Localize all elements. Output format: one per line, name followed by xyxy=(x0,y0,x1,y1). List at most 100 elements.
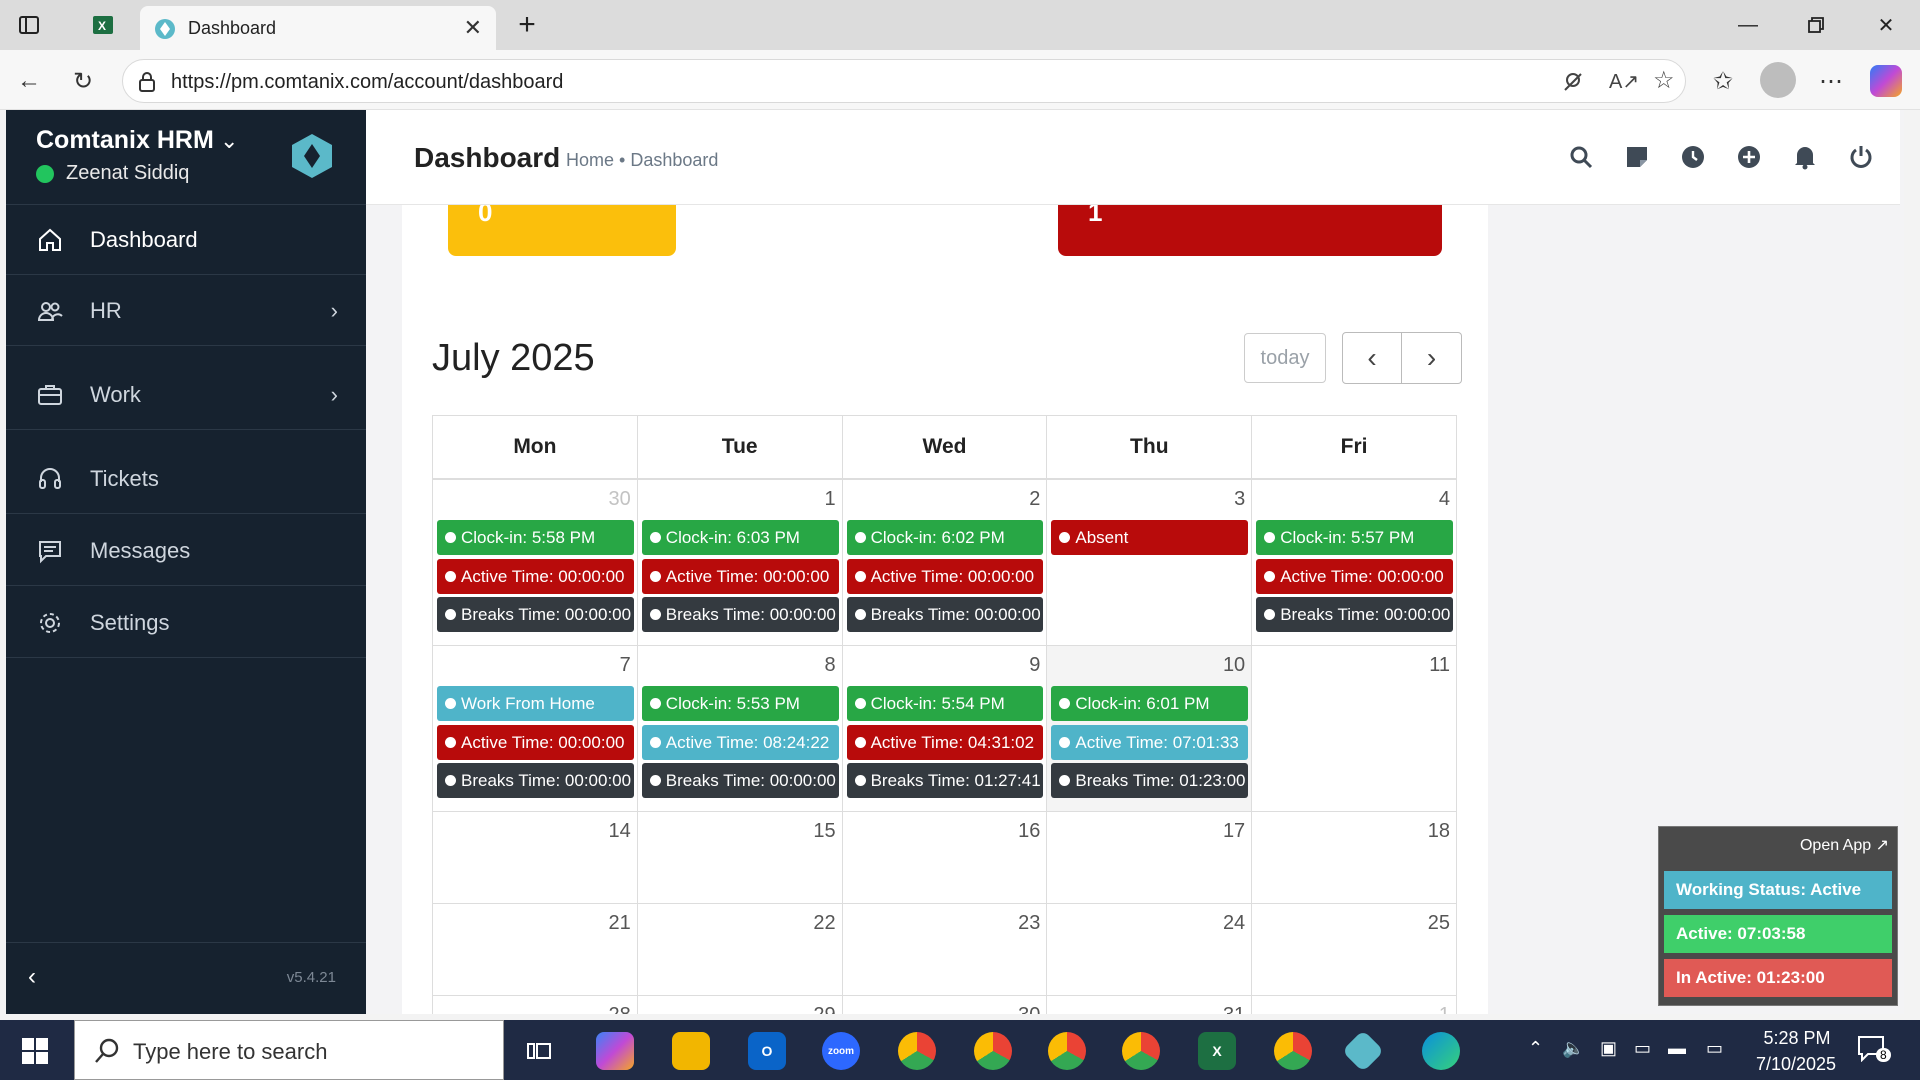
calendar-event[interactable]: Clock-in: 5:54 PM xyxy=(846,686,1044,721)
speaker-icon[interactable]: 🔈 xyxy=(1562,1038,1584,1059)
calendar-day-number[interactable]: 8 xyxy=(824,654,835,677)
calendar-event[interactable]: Clock-in: 6:02 PM xyxy=(846,520,1044,555)
taskbar-search-input[interactable]: Type here to search xyxy=(74,1020,504,1080)
calendar-day-cell[interactable]: 30 Clock-in: 5:58 PM Active Time: 00:00:00… xyxy=(432,479,638,646)
calendar-day-cell[interactable]: 8 Clock-in: 5:53 PM Active Time: 08:24:22 B… xyxy=(636,645,843,812)
read-aloud-icon[interactable]: A↗ xyxy=(1609,69,1639,94)
stat-card-yellow[interactable]: 0 xyxy=(448,205,676,256)
meet-now-icon[interactable]: ▣ xyxy=(1600,1038,1617,1059)
calendar-day-cell[interactable]: 7 Work From Home Active Time: 00:00:00 Brea… xyxy=(432,645,638,812)
tracking-prevention-icon[interactable] xyxy=(1561,70,1585,94)
chrome-profile-1-icon[interactable] xyxy=(898,1032,936,1070)
calendar-day-cell[interactable]: 17 xyxy=(1046,811,1253,904)
new-tab-icon[interactable]: + xyxy=(512,8,542,41)
calendar-event[interactable]: Breaks Time: 00:00:00 xyxy=(1256,597,1453,632)
back-icon[interactable]: ← xyxy=(12,64,46,98)
notifications-icon[interactable]: 8 xyxy=(1856,1034,1892,1068)
chrome-profile-2-icon[interactable] xyxy=(974,1032,1012,1070)
chrome-profile-4-icon[interactable] xyxy=(1274,1032,1312,1070)
lock-icon[interactable] xyxy=(137,71,157,93)
favorite-star-icon[interactable]: ☆ xyxy=(1653,66,1675,95)
calendar-day-cell[interactable]: 29 xyxy=(636,995,843,1014)
calendar-day-cell[interactable]: 11 xyxy=(1251,645,1457,812)
calendar-event[interactable]: Active Time: 00:00:00 xyxy=(437,558,634,594)
calendar-event[interactable]: Breaks Time: 00:00:00 xyxy=(437,597,634,632)
calendar-day-cell[interactable]: 1 xyxy=(1251,995,1457,1014)
calendar-event[interactable]: Active Time: 04:31:02 xyxy=(846,724,1044,760)
calendar-day-number[interactable]: 14 xyxy=(609,820,631,843)
calendar-day-number[interactable]: 31 xyxy=(1223,1004,1245,1014)
calendar-event[interactable]: Breaks Time: 00:00:00 xyxy=(641,763,839,798)
calendar-event[interactable]: Active Time: 00:00:00 xyxy=(1256,558,1453,594)
sidebar-item-tickets[interactable]: Tickets xyxy=(6,444,366,514)
calendar-day-cell[interactable]: 10 Clock-in: 6:01 PM Active Time: 07:01:33… xyxy=(1046,645,1253,812)
calendar-day-number[interactable]: 1 xyxy=(1439,1004,1450,1014)
search-icon[interactable] xyxy=(1564,140,1598,174)
excel-tab-icon[interactable]: X xyxy=(88,10,118,40)
sticky-note-icon[interactable] xyxy=(1620,140,1654,174)
calendar-day-number[interactable]: 4 xyxy=(1439,488,1450,511)
calendar-event[interactable]: Active Time: 00:00:00 xyxy=(641,558,839,594)
calendar-day-number[interactable]: 9 xyxy=(1029,654,1040,677)
calendar-day-number[interactable]: 16 xyxy=(1018,820,1040,843)
copilot-icon[interactable] xyxy=(1870,65,1902,97)
sidebar-item-hr[interactable]: HR › xyxy=(6,276,366,346)
calendar-day-number[interactable]: 22 xyxy=(813,912,835,935)
calendar-event[interactable]: Clock-in: 5:58 PM xyxy=(437,520,634,555)
calendar-day-number[interactable]: 15 xyxy=(813,820,835,843)
calendar-day-number[interactable]: 3 xyxy=(1234,488,1245,511)
calendar-day-number[interactable]: 23 xyxy=(1018,912,1040,935)
calendar-event[interactable]: Breaks Time: 00:00:00 xyxy=(641,597,839,632)
calendar-day-number[interactable]: 11 xyxy=(1429,654,1450,677)
today-button[interactable]: today xyxy=(1244,333,1326,383)
brand-name[interactable]: Comtanix HRM xyxy=(36,126,214,155)
file-explorer-icon[interactable] xyxy=(672,1032,710,1070)
excel-icon[interactable]: X xyxy=(1198,1032,1236,1070)
calendar-event[interactable]: Absent xyxy=(1051,520,1249,555)
calendar-day-cell[interactable]: 1 Clock-in: 6:03 PM Active Time: 00:00:00 B… xyxy=(636,479,843,646)
calendar-day-cell[interactable]: 31 xyxy=(1046,995,1253,1014)
copilot-app-icon[interactable] xyxy=(596,1032,634,1070)
display-icon[interactable]: ▭ xyxy=(1634,1038,1651,1059)
calendar-day-number[interactable]: 1 xyxy=(824,488,835,511)
open-app-link[interactable]: Open App ↗ xyxy=(1800,835,1889,855)
app-logo-icon[interactable] xyxy=(288,132,336,180)
battery-icon[interactable]: ▬ xyxy=(1668,1038,1686,1059)
calendar-day-number[interactable]: 7 xyxy=(620,654,631,677)
calendar-event[interactable]: Clock-in: 6:01 PM xyxy=(1051,686,1249,721)
bell-icon[interactable] xyxy=(1788,140,1822,174)
calendar-day-cell[interactable]: 16 xyxy=(841,811,1048,904)
calendar-day-cell[interactable]: 22 xyxy=(636,903,843,996)
favorites-icon[interactable]: ✩ xyxy=(1706,64,1740,98)
calendar-day-number[interactable]: 25 xyxy=(1428,912,1450,935)
refresh-icon[interactable]: ↻ xyxy=(66,64,100,98)
add-circle-icon[interactable] xyxy=(1732,140,1766,174)
chrome-profile-3-icon[interactable] xyxy=(1048,1032,1086,1070)
calendar-event[interactable]: Active Time: 07:01:33 xyxy=(1051,724,1249,760)
tab-close-icon[interactable]: ✕ xyxy=(464,15,482,41)
windows-start-icon[interactable] xyxy=(22,1038,48,1069)
url-field[interactable]: https://pm.comtanix.com/account/dashboar… xyxy=(122,59,1686,103)
network-icon[interactable]: ▭ xyxy=(1706,1038,1723,1059)
calendar-day-cell[interactable]: 4 Clock-in: 5:57 PM Active Time: 00:00:00 B… xyxy=(1251,479,1457,646)
sidebar-item-work[interactable]: Work › xyxy=(6,360,366,430)
calendar-event[interactable]: Breaks Time: 00:00:00 xyxy=(437,763,634,798)
calendar-day-cell[interactable]: 2 Clock-in: 6:02 PM Active Time: 00:00:00 B… xyxy=(841,479,1048,646)
chevron-left-icon[interactable]: ‹ xyxy=(28,963,36,991)
calendar-day-number[interactable]: 30 xyxy=(609,488,631,511)
chrome-icon[interactable] xyxy=(1122,1032,1160,1070)
calendar-day-number[interactable]: 21 xyxy=(609,912,631,935)
comtanix-app-icon[interactable] xyxy=(1341,1029,1385,1073)
calendar-event[interactable]: Clock-in: 6:03 PM xyxy=(641,520,839,555)
calendar-event[interactable]: Active Time: 00:00:00 xyxy=(437,724,634,760)
calendar-event[interactable]: Breaks Time: 01:23:00 xyxy=(1051,763,1249,798)
calendar-event[interactable]: Breaks Time: 00:00:00 xyxy=(846,597,1044,632)
calendar-day-cell[interactable]: 18 xyxy=(1251,811,1457,904)
calendar-event[interactable]: Active Time: 08:24:22 xyxy=(641,724,839,760)
calendar-event[interactable]: Clock-in: 5:53 PM xyxy=(641,686,839,721)
calendar-day-cell[interactable]: 30 xyxy=(841,995,1048,1014)
tab-actions-icon[interactable] xyxy=(14,10,44,40)
calendar-day-cell[interactable]: 28 xyxy=(432,995,638,1014)
chevron-down-icon[interactable]: ⌄ xyxy=(220,128,238,154)
calendar-day-cell[interactable]: 24 xyxy=(1046,903,1253,996)
